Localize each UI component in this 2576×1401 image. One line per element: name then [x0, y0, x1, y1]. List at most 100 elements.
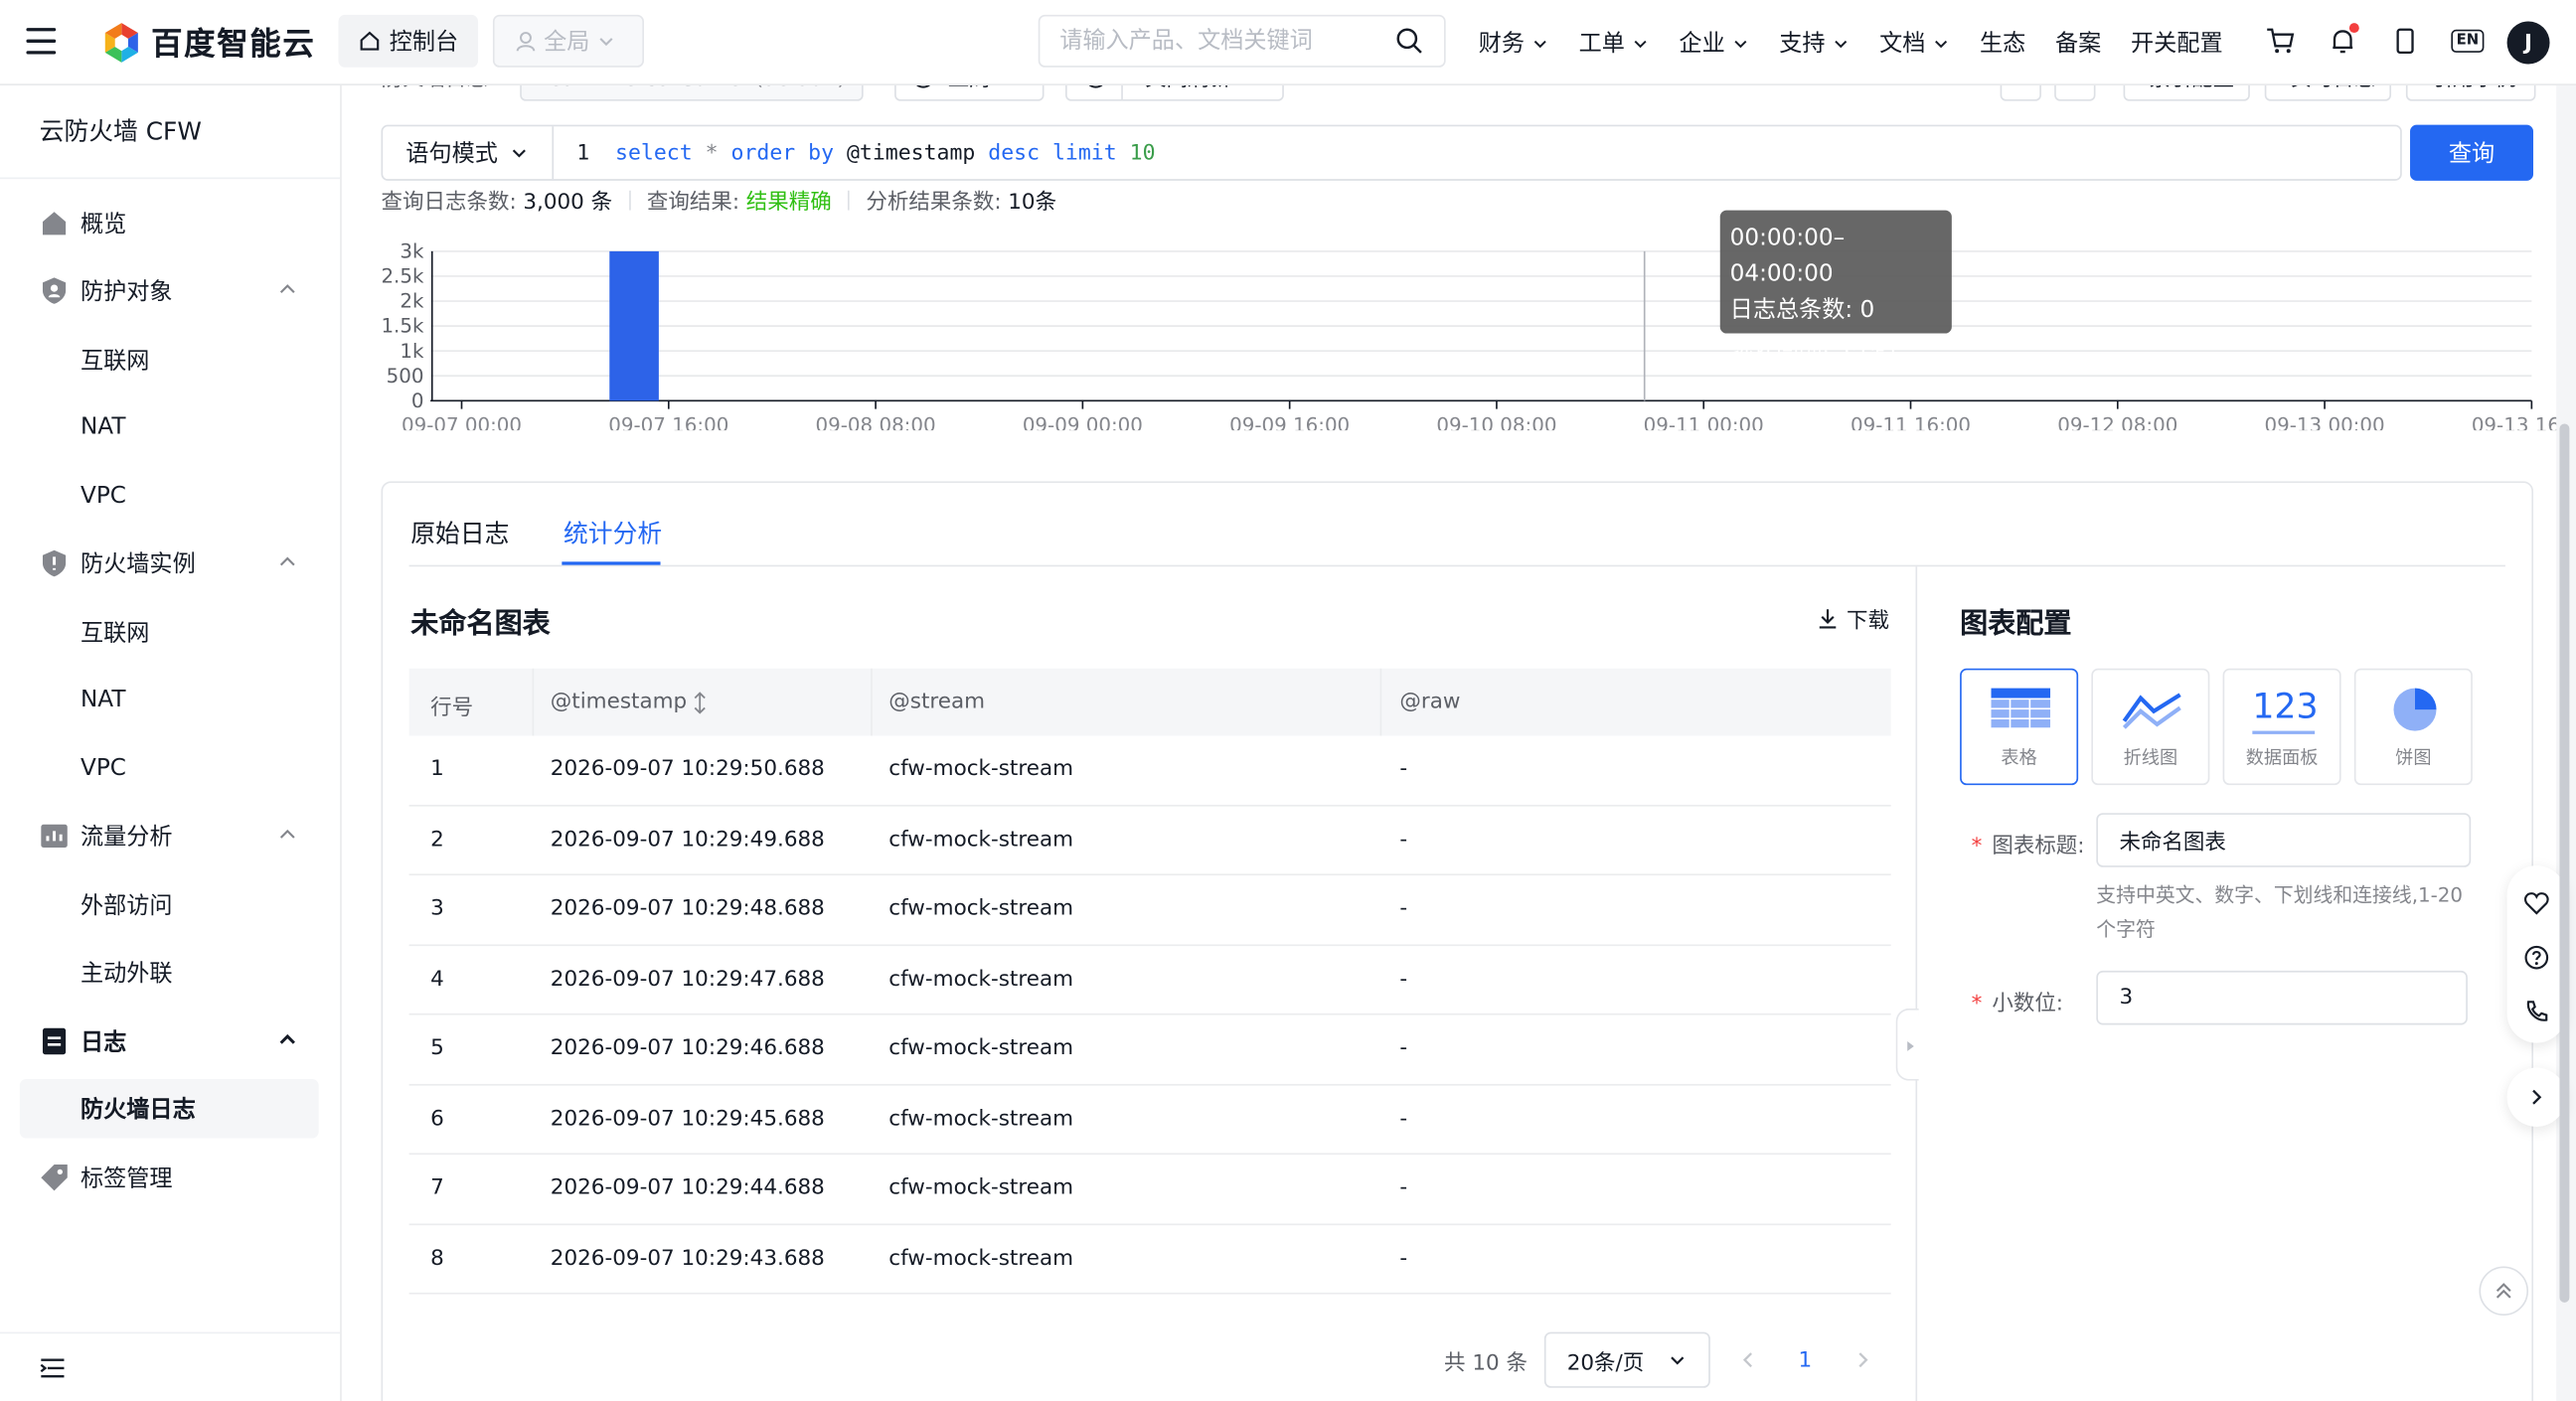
sidebar-item-9[interactable]: 流量分析: [20, 807, 319, 866]
sidebar-item-6[interactable]: 互联网: [20, 603, 319, 663]
chevron-down-icon: [1734, 40, 1747, 48]
sidebar-item-7[interactable]: NAT: [20, 670, 319, 729]
help-icon[interactable]: [2523, 944, 2549, 970]
language-icon[interactable]: EN: [2451, 23, 2485, 59]
chevron-down-icon: [1935, 40, 1948, 48]
table-row[interactable]: 6 2026-09-07 10:29:45.688 cfw-mock-stream -: [408, 1085, 1891, 1156]
query-mode-select[interactable]: 语句模式: [383, 126, 555, 180]
bell-icon[interactable]: [2327, 23, 2359, 59]
sidebar-item-10[interactable]: 外部访问: [20, 875, 319, 935]
sidebar-item-8[interactable]: VPC: [20, 739, 319, 799]
download-button[interactable]: 下载: [1817, 603, 1889, 634]
chart-title-label-text: 图表标题:: [1992, 834, 2085, 859]
nav-link-4[interactable]: 文档: [1879, 26, 1950, 59]
table-cell: 2026-09-07 10:29:46.688: [550, 1036, 825, 1061]
column-header-timestamp[interactable]: @timestamp: [551, 690, 707, 714]
table-cell: 4: [430, 966, 444, 992]
brand-logo[interactable]: 百度智能云: [101, 20, 315, 65]
query-token: 10: [1129, 140, 1156, 166]
log-histogram[interactable]: 05001k1.5k2k2.5k3k09-07 00:00 09-07 16:00…: [342, 217, 2556, 431]
sidebar-item-12[interactable]: 日志: [20, 1012, 319, 1071]
collapse-sidebar-icon[interactable]: [40, 1356, 66, 1379]
baidu-cloud-logo-icon: [104, 22, 138, 62]
chart-title-input[interactable]: [2096, 813, 2472, 867]
chart-title: 未命名图表: [410, 607, 551, 641]
table-cell: -: [1399, 966, 1408, 992]
chevron-up-icon[interactable]: [276, 1028, 299, 1051]
sidebar-item-1[interactable]: 防护对象: [20, 261, 319, 321]
menu-icon[interactable]: [26, 28, 57, 55]
nav-link-7[interactable]: 开关配置: [2131, 26, 2223, 59]
x-tick-label: 09-13 00:00: [2265, 414, 2385, 430]
log-icon: [42, 1027, 67, 1055]
prev-page-icon[interactable]: [1733, 1348, 1763, 1371]
query-token: [1040, 140, 1052, 165]
x-tick-label: 09-07 16:00: [608, 414, 728, 430]
tab-statistics[interactable]: 统计分析: [564, 516, 662, 550]
nav-link-5[interactable]: 生态: [1980, 26, 2025, 59]
page-scrollbar[interactable]: [2559, 423, 2570, 1303]
sidebar-item-2[interactable]: 互联网: [20, 330, 319, 389]
sidebar-item-0[interactable]: 概览: [20, 194, 319, 253]
sort-icon[interactable]: [694, 691, 707, 713]
chevron-up-icon[interactable]: [276, 277, 299, 300]
chart-type-table[interactable]: 表格: [1960, 668, 2079, 786]
decimal-input[interactable]: [2096, 970, 2468, 1025]
nav-link-1[interactable]: 工单: [1579, 26, 1650, 59]
panel-collapse-handle[interactable]: [1895, 1008, 1919, 1081]
console-button[interactable]: 控制台: [338, 14, 479, 68]
result-table: 行号 @timestamp @stream @raw 1 2026-09-07 1…: [408, 668, 1891, 1295]
chart-type-pie[interactable]: 饼图: [2353, 668, 2473, 786]
sidebar-item-5[interactable]: 防火墙实例: [20, 534, 319, 593]
table-row[interactable]: 1 2026-09-07 10:29:50.688 cfw-mock-stream -: [408, 736, 1891, 806]
back-to-top-button[interactable]: [2479, 1266, 2529, 1317]
chart-type-line[interactable]: 折线图: [2091, 668, 2210, 786]
page-number[interactable]: 1: [1786, 1347, 1826, 1372]
avatar[interactable]: J: [2506, 21, 2550, 65]
page-size-select[interactable]: 20条/页: [1543, 1331, 1710, 1388]
y-tick-label: 1.5k: [381, 315, 424, 338]
double-chevron-up-icon: [2496, 1283, 2511, 1299]
query-editor[interactable]: 1 select * order by @timestamp desc limi…: [554, 140, 1155, 165]
nav-link-3[interactable]: 支持: [1779, 26, 1850, 59]
table-row[interactable]: 2 2026-09-07 10:29:49.688 cfw-mock-stream -: [408, 806, 1891, 876]
sidebar-item-3[interactable]: NAT: [20, 397, 319, 457]
phone-icon[interactable]: [2389, 23, 2422, 59]
table-row[interactable]: 4 2026-09-07 10:29:47.688 cfw-mock-stream -: [408, 945, 1891, 1015]
shield-user-icon: [42, 277, 67, 304]
global-search: [1038, 14, 1446, 68]
heart-icon[interactable]: [2523, 890, 2549, 916]
sidebar-item-13[interactable]: 防火墙日志: [19, 1079, 319, 1139]
region-select[interactable]: 全局: [492, 14, 644, 68]
chevron-up-icon[interactable]: [276, 550, 299, 573]
number-panel-icon: 123: [2252, 685, 2319, 734]
sidebar-item-14[interactable]: 标签管理: [20, 1148, 319, 1207]
search-input[interactable]: [1059, 28, 1382, 55]
chart-type-number-panel[interactable]: 123 数据面板: [2222, 668, 2341, 786]
next-page-icon[interactable]: [1848, 1348, 1877, 1371]
sidebar-item-4[interactable]: VPC: [20, 466, 319, 526]
query-button[interactable]: 查询: [2410, 124, 2534, 181]
nav-link-0[interactable]: 财务: [1479, 26, 1549, 59]
sidebar-item-11[interactable]: 主动外联: [20, 943, 319, 1003]
table-cell: -: [1399, 827, 1408, 853]
query-mode-label: 语句模式: [405, 141, 498, 168]
column-header-timestamp-label: @timestamp: [550, 690, 688, 715]
table-row[interactable]: 8 2026-09-07 10:29:43.688 cfw-mock-stream -: [408, 1224, 1891, 1295]
cart-icon[interactable]: [2264, 23, 2297, 59]
expand-float-button[interactable]: [2506, 1067, 2567, 1127]
search-icon[interactable]: [1394, 26, 1424, 56]
nav-link-2[interactable]: 企业: [1679, 26, 1749, 59]
tooltip-interval-value: 4小时: [1837, 333, 1898, 361]
region-label: 全局: [544, 29, 590, 57]
table-row[interactable]: 7 2026-09-07 10:29:44.688 cfw-mock-stream -: [408, 1155, 1891, 1225]
column-header-raw: @raw: [1399, 690, 1461, 715]
table-row[interactable]: 5 2026-09-07 10:29:46.688 cfw-mock-stream -: [408, 1015, 1891, 1085]
table-row[interactable]: 3 2026-09-07 10:29:48.688 cfw-mock-stream -: [408, 875, 1891, 946]
nav-link-6[interactable]: 备案: [2055, 26, 2101, 59]
chevron-up-icon[interactable]: [276, 823, 299, 846]
x-tick-label: 09-11 00:00: [1644, 414, 1764, 430]
stats-divider: [628, 189, 631, 210]
phone-call-icon[interactable]: [2523, 999, 2549, 1024]
tab-raw-log[interactable]: 原始日志: [410, 516, 509, 550]
